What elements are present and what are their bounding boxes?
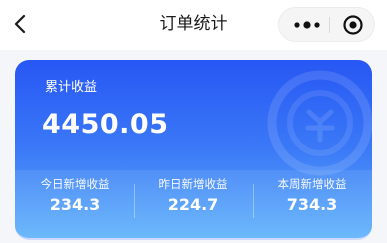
more-dots-icon <box>294 21 320 29</box>
target-close-icon <box>343 15 363 35</box>
stat-yesterday: 昨日新增收益 224.7 <box>134 175 252 216</box>
mini-program-capsule <box>278 7 375 42</box>
close-button[interactable] <box>340 13 366 37</box>
capsule-divider <box>329 17 330 33</box>
coin-watermark-icon <box>267 70 372 176</box>
stat-week: 本周新增收益 734.3 <box>253 175 371 216</box>
earnings-card: 累计收益 4450.05 今日新增收益 234.3 昨日新增收益 224.7 本… <box>15 60 372 240</box>
total-earnings-label: 累计收益 <box>45 80 98 95</box>
more-button[interactable] <box>289 14 325 36</box>
stat-week-label: 本周新增收益 <box>277 177 347 191</box>
navigation-bar: 订单统计 <box>0 0 387 50</box>
stat-today: 今日新增收益 234.3 <box>16 175 134 216</box>
stat-yesterday-label: 昨日新增收益 <box>158 177 228 191</box>
stat-today-value: 234.3 <box>49 195 101 214</box>
stat-yesterday-value: 224.7 <box>167 195 219 214</box>
stat-today-label: 今日新增收益 <box>40 177 110 191</box>
stat-week-value: 734.3 <box>286 195 338 214</box>
total-earnings-value: 4450.05 <box>42 109 169 140</box>
